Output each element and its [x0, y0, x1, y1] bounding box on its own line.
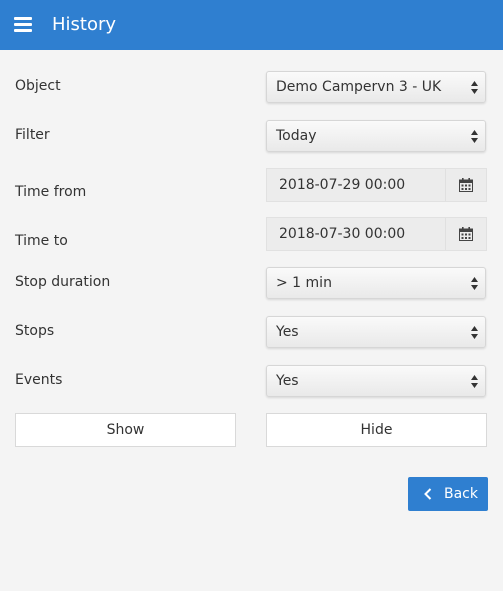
stop-duration-select[interactable]: > 1 min	[266, 267, 486, 299]
stops-select[interactable]: Yes	[266, 316, 486, 348]
stops-label: Stops	[15, 323, 55, 339]
select-arrows-icon	[471, 375, 478, 388]
time-from-label: Time from	[15, 184, 87, 200]
top-bar: History	[0, 0, 503, 50]
stop-duration-label: Stop duration	[15, 274, 111, 290]
filter-row: Filter Today	[0, 118, 503, 154]
time-to-value: 2018-07-30 00:00	[279, 226, 406, 242]
time-to-label: Time to	[15, 233, 68, 249]
calendar-icon[interactable]	[445, 218, 486, 250]
filter-select-value: Today	[276, 128, 317, 144]
select-arrows-icon	[471, 277, 478, 290]
events-select[interactable]: Yes	[266, 365, 486, 397]
time-from-input[interactable]: 2018-07-29 00:00	[266, 168, 487, 202]
time-to-input[interactable]: 2018-07-30 00:00	[266, 217, 487, 251]
select-arrows-icon	[471, 81, 478, 94]
events-row: Events Yes	[0, 363, 503, 399]
object-row: Object Demo Campervn 3 - UK	[0, 69, 503, 105]
object-label: Object	[15, 78, 61, 94]
back-button-label: Back	[444, 486, 478, 502]
stops-row: Stops Yes	[0, 314, 503, 350]
hamburger-menu-icon[interactable]	[14, 16, 32, 34]
select-arrows-icon	[471, 326, 478, 339]
stop-duration-select-value: > 1 min	[276, 275, 332, 291]
object-select-value: Demo Campervn 3 - UK	[276, 79, 442, 95]
chevron-left-icon	[424, 488, 432, 504]
calendar-icon[interactable]	[445, 169, 486, 201]
time-from-value: 2018-07-29 00:00	[279, 177, 406, 193]
time-from-row: Time from 2018-07-29 00:00	[0, 167, 503, 203]
time-to-row: Time to 2018-07-30 00:00	[0, 216, 503, 252]
select-arrows-icon	[471, 130, 478, 143]
stop-duration-row: Stop duration > 1 min	[0, 265, 503, 301]
stops-select-value: Yes	[276, 324, 299, 340]
hide-button[interactable]: Hide	[266, 413, 487, 447]
events-select-value: Yes	[276, 373, 299, 389]
page-title: History	[52, 14, 117, 35]
filter-select[interactable]: Today	[266, 120, 486, 152]
show-button[interactable]: Show	[15, 413, 236, 447]
filter-label: Filter	[15, 127, 50, 143]
back-button[interactable]: Back	[408, 477, 488, 511]
events-label: Events	[15, 372, 63, 388]
object-select[interactable]: Demo Campervn 3 - UK	[266, 71, 486, 103]
